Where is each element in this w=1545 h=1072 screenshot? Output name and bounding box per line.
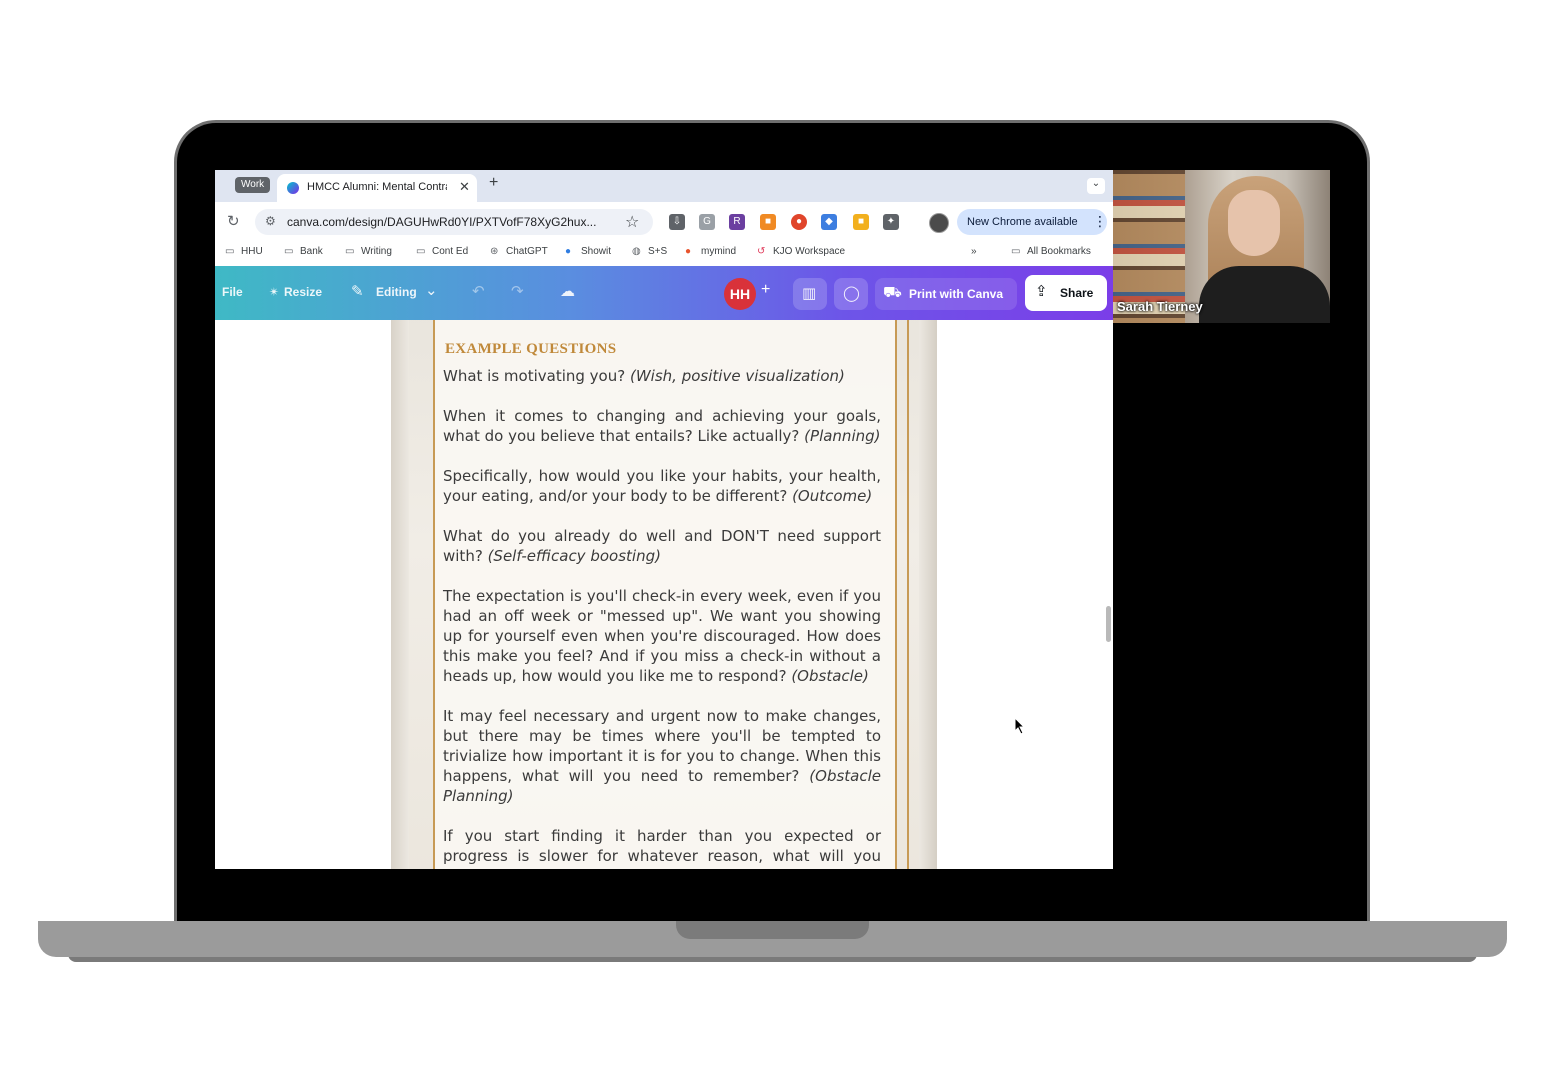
scrollbar[interactable] — [1106, 606, 1111, 642]
print-with-canva-button[interactable]: ⛟ Print with Canva — [875, 278, 1017, 310]
insights-button[interactable]: ▥ — [793, 278, 827, 310]
page-right-edge — [919, 320, 937, 869]
file-menu[interactable]: File — [222, 285, 243, 299]
active-tab[interactable]: HMCC Alumni: Mental Contra ✕ — [277, 174, 477, 202]
participant-video[interactable]: Sarah Tierney — [1113, 170, 1330, 323]
print-with-canva-label: Print with Canva — [909, 287, 1004, 301]
bookmark-chatgpt[interactable]: ⊛ ChatGPT — [490, 246, 548, 257]
resize-button[interactable]: Resize — [284, 285, 322, 299]
question-item[interactable]: If you start finding it harder than you … — [443, 826, 881, 869]
extension-download-icon[interactable]: ⇩ — [669, 214, 685, 230]
address-bar[interactable]: ⚙ canva.com/design/DAGUHwRd0YI/PXTVofF78… — [255, 209, 653, 235]
gold-border-line — [907, 320, 909, 869]
question-item[interactable]: Specifically, how would you like your ha… — [443, 466, 881, 506]
question-item[interactable]: The expectation is you'll check-in every… — [443, 586, 881, 686]
participant-name: Sarah Tierney — [1117, 299, 1203, 314]
comment-icon: ◯ — [843, 285, 860, 302]
close-tab-icon[interactable]: ✕ — [459, 179, 470, 195]
chrome-update-button[interactable]: New Chrome available ⋮ — [957, 209, 1107, 235]
tab-group-chip[interactable]: Work — [235, 177, 271, 193]
truck-icon: ⛟ — [883, 284, 902, 301]
extension-red-icon[interactable]: ● — [791, 214, 807, 230]
bookmarks-overflow-icon[interactable]: » — [971, 246, 977, 257]
share-upload-icon: ⇪ — [1035, 283, 1048, 300]
tab-search-icon[interactable]: ⌄ — [1087, 178, 1105, 194]
folder-icon: ▭ — [416, 246, 426, 257]
folder-icon: ▭ — [345, 246, 355, 257]
chrome-update-label: New Chrome available — [967, 216, 1078, 228]
comments-button[interactable]: ◯ — [834, 278, 868, 310]
extension-r-icon[interactable]: R — [729, 214, 745, 230]
participant-face — [1228, 190, 1280, 256]
bookmark-star-icon[interactable]: ☆ — [625, 212, 639, 232]
bookmarks-bar: ▭ HHU ▭ Bank ▭ Writing ▭ Cont Ed ⊛ ChatGPT ● S… — [215, 240, 1113, 267]
bookmark-kjo-workspace[interactable]: ↺ KJO Workspace — [757, 246, 845, 257]
laptop-notch — [676, 921, 869, 939]
participant-body — [1199, 266, 1330, 323]
canva-toolbar: File ✴ Resize ✎ Editing ⌄ ↶ ↷ ☁ HH + ▥ ◯… — [215, 266, 1113, 320]
extension-orange-icon[interactable]: ■ — [760, 214, 776, 230]
question-item[interactable]: When it comes to changing and achieving … — [443, 406, 881, 446]
new-tab-icon[interactable]: + — [489, 174, 498, 192]
share-button[interactable]: ⇪ Share — [1025, 275, 1107, 311]
screen: Work HMCC Alumni: Mental Contra ✕ + ⌄ ↻ … — [215, 170, 1330, 869]
page-left-edge — [391, 320, 409, 869]
collaborator-avatar[interactable]: HH — [724, 278, 756, 310]
mouse-cursor-icon — [1014, 717, 1026, 735]
extension-yellow-icon[interactable]: ■ — [853, 214, 869, 230]
bookmark-s-plus-s[interactable]: ◍ S+S — [632, 246, 667, 257]
bookmark-bank[interactable]: ▭ Bank — [284, 246, 323, 257]
extension-color-icon[interactable]: ◆ — [821, 214, 837, 230]
showit-icon: ● — [565, 246, 572, 257]
chrome-window: Work HMCC Alumni: Mental Contra ✕ + ⌄ ↻ … — [215, 170, 1113, 869]
bookmark-showit[interactable]: ● Showit — [565, 246, 611, 257]
undo-icon[interactable]: ↶ — [472, 282, 485, 300]
reload-icon[interactable]: ↻ — [227, 212, 240, 230]
bar-chart-icon: ▥ — [802, 285, 817, 302]
canva-favicon-icon — [287, 182, 299, 194]
profile-avatar[interactable] — [929, 213, 949, 233]
question-item[interactable]: It may feel necessary and urgent now to … — [443, 706, 881, 806]
folder-icon: ▭ — [1011, 246, 1021, 257]
chatgpt-icon: ⊛ — [490, 246, 499, 257]
share-label: Share — [1060, 286, 1094, 300]
question-item[interactable]: What is motivating you? (Wish, positive … — [443, 366, 881, 386]
redo-icon[interactable]: ↷ — [511, 282, 524, 300]
pencil-icon: ✎ — [351, 283, 364, 300]
bookmark-writing[interactable]: ▭ Writing — [345, 246, 392, 257]
add-collaborator-icon[interactable]: + — [761, 281, 770, 299]
folder-icon: ▭ — [284, 246, 294, 257]
mymind-icon: ● — [685, 246, 692, 257]
globe-icon: ◍ — [632, 246, 641, 257]
workspace-icon: ↺ — [757, 246, 766, 257]
url-text: canva.com/design/DAGUHwRd0YI/PXTVofF78Xy… — [287, 215, 597, 229]
all-bookmarks[interactable]: ▭ All Bookmarks — [1011, 246, 1091, 257]
tab-bar: Work HMCC Alumni: Mental Contra ✕ + ⌄ — [215, 170, 1113, 202]
resize-sparkle-icon: ✴ — [269, 285, 280, 299]
extensions-puzzle-icon[interactable]: ✦ — [883, 214, 899, 230]
bookmark-cont-ed[interactable]: ▭ Cont Ed — [416, 246, 468, 257]
site-settings-icon[interactable]: ⚙ — [265, 214, 276, 228]
tab-title: HMCC Alumni: Mental Contra — [307, 181, 447, 193]
more-menu-icon[interactable]: ⋮ — [1093, 213, 1107, 230]
example-questions-heading[interactable]: EXAMPLE QUESTIONS — [445, 341, 616, 358]
bookmark-hhu[interactable]: ▭ HHU — [225, 246, 263, 257]
folder-icon: ▭ — [225, 246, 235, 257]
bookmark-mymind[interactable]: ● mymind — [685, 246, 736, 257]
cloud-saved-icon[interactable]: ☁ — [560, 282, 575, 300]
canvas-workspace[interactable]: EXAMPLE QUESTIONS What is motivating you… — [215, 320, 1113, 869]
chevron-down-icon[interactable]: ⌄ — [425, 281, 438, 299]
question-item[interactable]: What do you already do well and DON'T ne… — [443, 526, 881, 566]
editing-mode-button[interactable]: Editing — [376, 285, 417, 299]
extension-grammarly-icon[interactable]: G — [699, 214, 715, 230]
